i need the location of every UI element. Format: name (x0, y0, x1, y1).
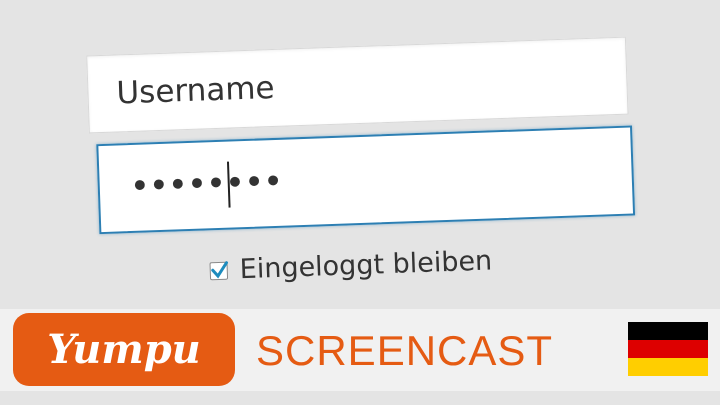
checkmark-icon (211, 260, 228, 278)
remember-me[interactable]: Eingeloggt bleiben (209, 245, 493, 286)
username-value: Username (115, 69, 276, 112)
remember-me-label: Eingeloggt bleiben (239, 245, 493, 286)
yumpu-logo: Yumpu (13, 313, 235, 386)
password-value: •••••••• (129, 161, 283, 208)
screencast-banner: Yumpu SCREENCAST (0, 309, 720, 391)
banner-title: SCREENCAST (256, 327, 554, 374)
login-form: Username •••••••• Eingeloggt bleiben (0, 0, 720, 322)
logo-text: Yumpu (47, 326, 201, 373)
username-field[interactable]: Username (86, 36, 629, 134)
password-field[interactable]: •••••••• (96, 125, 636, 235)
germany-flag-icon (628, 322, 708, 376)
remember-me-checkbox[interactable] (209, 260, 229, 280)
